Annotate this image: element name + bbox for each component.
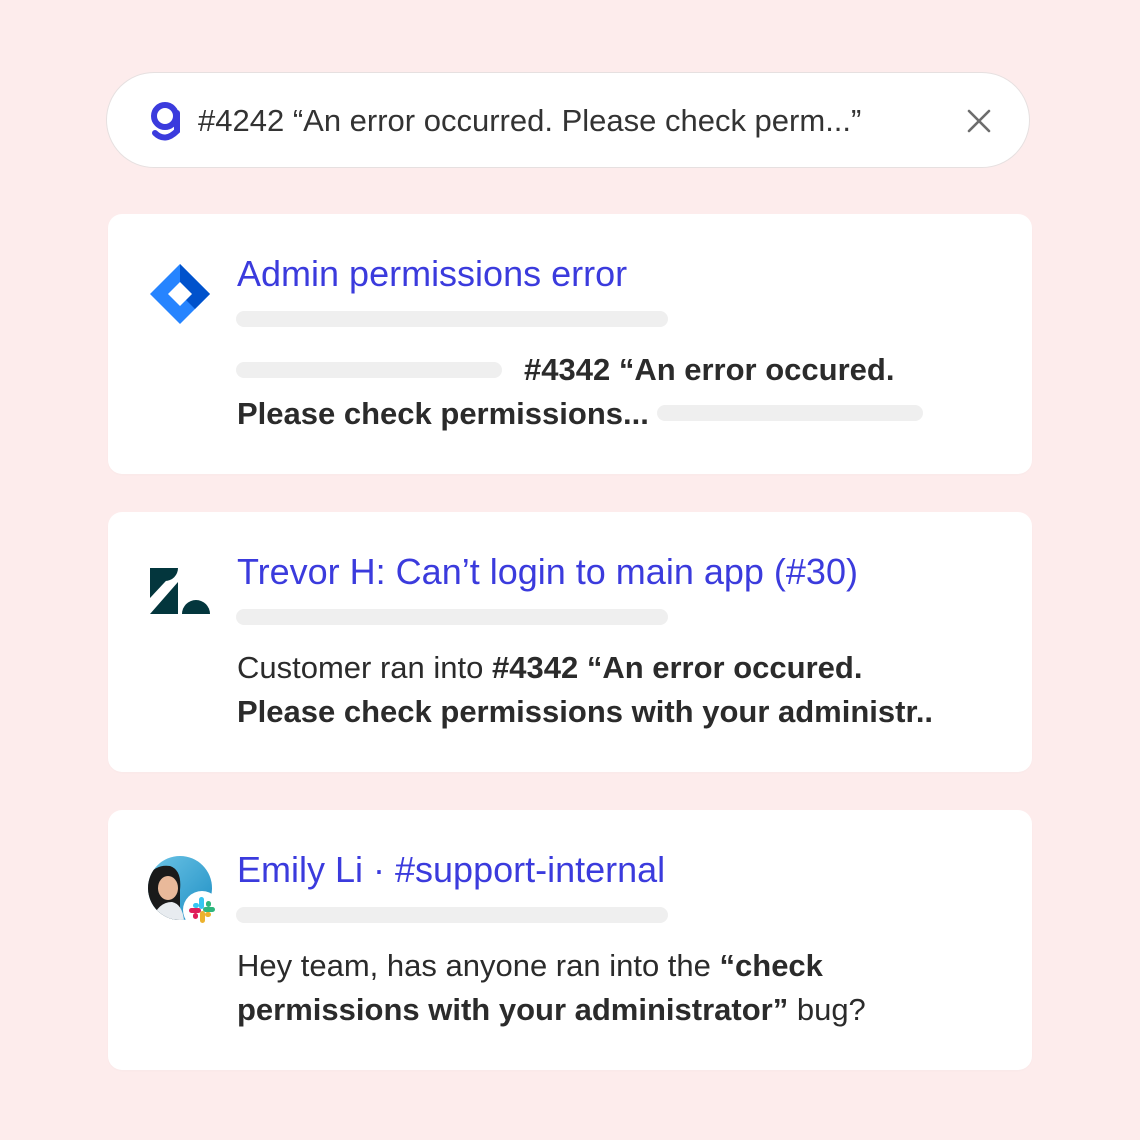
snippet-text: Customer ran into: [237, 650, 492, 685]
snippet-highlight: permissions with your administrator”: [237, 992, 789, 1027]
result-card[interactable]: Emily Li · #support-internal Hey team, h…: [108, 810, 1032, 1070]
result-card[interactable]: Trevor H: Can’t login to main app (#30) …: [108, 512, 1032, 772]
result-snippet-line-2: Please check permissions...: [237, 392, 997, 436]
snippet-highlight: #4342 “An error occured.: [524, 352, 895, 387]
snippet-highlight: #4342 “An error occured.: [492, 650, 863, 685]
result-card[interactable]: Admin permissions error #4342 “An error …: [108, 214, 1032, 474]
skeleton-bar: [236, 907, 668, 923]
snippet-highlight: “check: [719, 948, 823, 983]
glean-logo-icon: [151, 102, 180, 141]
snippet-highlight: Please check permissions with your admin…: [237, 694, 934, 729]
skeleton-bar: [236, 609, 668, 625]
result-snippet-line-2: permissions with your administrator” bug…: [237, 988, 997, 1032]
slack-icon: [183, 891, 221, 929]
snippet-text: Hey team, has anyone ran into the: [237, 948, 720, 983]
result-snippet-line-1: Hey team, has anyone ran into the “check: [237, 944, 997, 988]
result-snippet-line-1: #4342 “An error occured.: [524, 348, 1004, 392]
avatar: [148, 856, 221, 929]
search-input[interactable]: #4242 “An error occurred. Please check p…: [198, 73, 861, 169]
snippet-text: bug?: [788, 992, 866, 1027]
result-title[interactable]: Trevor H: Can’t login to main app (#30): [237, 550, 858, 594]
skeleton-bar: [657, 404, 924, 421]
result-title[interactable]: Emily Li · #support-internal: [237, 848, 665, 892]
zendesk-icon: [150, 568, 210, 614]
snippet-highlight: Please check permissions...: [237, 396, 649, 431]
skeleton-bar: [236, 311, 668, 327]
result-snippet-line-2: Please check permissions with your admin…: [237, 690, 1017, 734]
jira-icon: [150, 264, 210, 324]
search-bar[interactable]: #4242 “An error occurred. Please check p…: [106, 72, 1030, 168]
close-icon[interactable]: [965, 107, 993, 135]
result-snippet-line-1: Customer ran into #4342 “An error occure…: [237, 646, 997, 690]
result-title[interactable]: Admin permissions error: [237, 252, 627, 296]
skeleton-bar: [236, 362, 502, 378]
